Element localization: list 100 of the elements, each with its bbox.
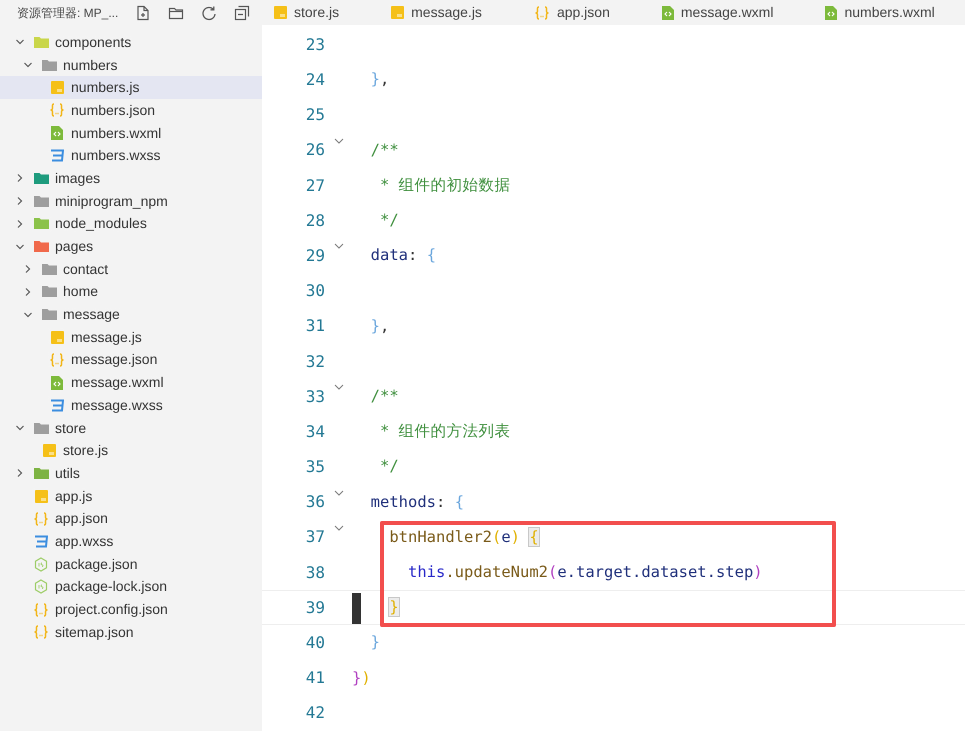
code-token: }: [370, 316, 380, 335]
chevron-icon[interactable]: [23, 310, 33, 320]
code-comment: * 组件的方法列表: [378, 422, 511, 440]
tree-item[interactable]: images: [0, 167, 262, 190]
tree-item[interactable]: numbers.wxml: [0, 122, 262, 144]
code-comment: */: [378, 457, 399, 476]
tree-item[interactable]: message: [0, 303, 262, 326]
folder-icon: [34, 36, 48, 49]
chevron-icon[interactable]: [15, 196, 25, 206]
chevron-icon[interactable]: [15, 173, 25, 184]
tree-item[interactable]: home: [0, 280, 262, 304]
tree-item[interactable]: package.json: [0, 552, 262, 576]
code-token: this: [406, 563, 446, 582]
tree-item[interactable]: components: [0, 31, 262, 54]
braces-icon: [534, 6, 550, 20]
braces-icon: [33, 602, 49, 617]
folder-icon: [42, 285, 56, 298]
code-token: e: [501, 528, 511, 546]
tree-item[interactable]: project.config.json: [0, 598, 262, 621]
line-number: 27: [304, 174, 325, 197]
tree-item[interactable]: miniprogram_npm: [0, 190, 262, 212]
code-token: }: [370, 633, 380, 652]
style-file-icon: [50, 149, 64, 162]
markup-file-icon: [51, 376, 63, 390]
folder-icon: [42, 262, 56, 276]
line-number: 26: [304, 139, 325, 162]
tree-item[interactable]: message.json: [0, 348, 262, 372]
code-token: data: [370, 246, 408, 264]
tree-item[interactable]: utils: [0, 462, 262, 485]
tree-item[interactable]: numbers.json: [0, 99, 262, 122]
line-number: 31: [304, 315, 325, 338]
chevron-icon[interactable]: [15, 218, 25, 229]
line-number: 29: [304, 244, 325, 267]
line-number: 35: [304, 456, 325, 478]
tree-item[interactable]: message.wxml: [0, 371, 262, 394]
tree-item[interactable]: app.wxss: [0, 530, 262, 553]
code-token: }: [370, 70, 380, 88]
tree-item[interactable]: sitemap.json: [0, 620, 262, 644]
fold-chevron-icon[interactable]: [334, 524, 344, 532]
code-token: e.target.dataset.step: [557, 563, 754, 582]
editor-tab[interactable]: message.js: [379, 0, 522, 26]
braces-icon: [33, 512, 49, 526]
code-comment: * 组件的初始数据: [378, 176, 511, 194]
tree-item[interactable]: numbers.wxss: [0, 144, 262, 168]
chevron-icon[interactable]: [15, 242, 25, 252]
code-token: {: [529, 528, 539, 546]
tree-item[interactable]: node_modules: [0, 212, 262, 236]
fold-chevron-icon[interactable]: [334, 138, 344, 145]
chevron-icon[interactable]: [15, 468, 25, 478]
line-number: 28: [304, 210, 325, 232]
line-number: 37: [304, 526, 325, 548]
new-file-icon[interactable]: [135, 5, 151, 21]
line-number: 25: [304, 104, 325, 126]
script-file-icon: [391, 6, 404, 20]
editor-tab[interactable]: store.js: [262, 0, 380, 26]
fold-chevron-icon[interactable]: [334, 243, 344, 250]
tree-item[interactable]: app.js: [0, 484, 262, 508]
script-file-icon: [34, 490, 48, 503]
tree-item[interactable]: app.json: [0, 507, 262, 530]
tree-item[interactable]: pages: [0, 235, 262, 258]
braces-icon: [49, 352, 65, 367]
editor-tab[interactable]: message.wxml: [650, 0, 814, 26]
line-number: 41: [304, 667, 325, 690]
markup-file-icon: [662, 6, 674, 20]
style-file-icon: [50, 398, 64, 412]
editor-tab[interactable]: app.json: [522, 0, 650, 26]
editor-tab[interactable]: numbers.wxml: [813, 0, 965, 26]
tree-item[interactable]: store.js: [0, 439, 262, 462]
script-file-icon: [274, 6, 287, 20]
tree-item[interactable]: numbers: [0, 54, 262, 76]
tree-item[interactable]: package-lock.json: [0, 576, 262, 598]
line-number: 40: [304, 632, 325, 654]
markup-file-icon: [51, 126, 63, 140]
fold-chevron-icon[interactable]: [334, 384, 344, 392]
tree-item[interactable]: message.js: [0, 326, 262, 349]
code-comment: /**: [370, 140, 399, 159]
chevron-icon[interactable]: [23, 264, 33, 274]
refresh-icon[interactable]: [201, 5, 217, 21]
folder-icon: [42, 58, 56, 72]
collapse-all-icon[interactable]: [234, 5, 250, 21]
line-number: 34: [304, 420, 325, 443]
tree-item[interactable]: contact: [0, 258, 262, 281]
tree-item[interactable]: numbers.js: [0, 76, 262, 100]
chevron-icon[interactable]: [23, 286, 33, 297]
fold-chevron-icon[interactable]: [334, 490, 344, 497]
style-file-icon: [34, 534, 48, 548]
line-number: 38: [304, 562, 325, 584]
line-number: 32: [304, 350, 325, 373]
code-comment: /**: [370, 387, 399, 406]
folder-icon: [34, 217, 48, 230]
code-token: methods: [370, 492, 436, 511]
code-token: {: [426, 246, 436, 264]
folder-icon: [34, 466, 48, 480]
line-number: 24: [304, 69, 325, 92]
code-token: ): [753, 563, 763, 582]
tree-item[interactable]: message.wxss: [0, 394, 262, 417]
new-folder-icon[interactable]: [168, 5, 184, 21]
code-token: ,: [380, 70, 390, 88]
tree-item[interactable]: store: [0, 416, 262, 440]
folder-icon: [34, 194, 48, 208]
